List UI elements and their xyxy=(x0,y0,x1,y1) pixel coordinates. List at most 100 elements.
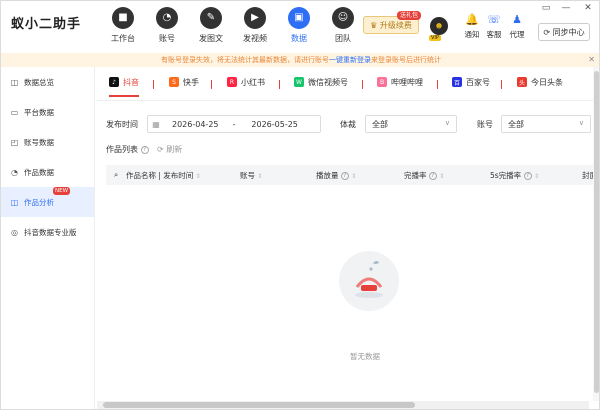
pen-icon: ✎ xyxy=(200,7,222,29)
kuaishou-icon: S xyxy=(169,77,179,87)
sidebar-item-label: 账号数据 xyxy=(24,137,54,147)
nav-item-data[interactable]: ▣ 数据 xyxy=(277,7,321,49)
restore-window-button[interactable]: ▭ xyxy=(539,2,553,14)
tab-divider xyxy=(153,80,154,89)
column-header-completion[interactable]: 完播率 ? ⇕ xyxy=(404,170,444,181)
nav-item-post-article[interactable]: ✎ 发图文 xyxy=(189,7,233,49)
tab-label: 哔哩哔哩 xyxy=(391,78,423,87)
sync-icon: ⟳ xyxy=(543,27,553,37)
sync-center-button[interactable]: ⟳ 同步中心 xyxy=(538,23,590,41)
wechat-channels-icon: W xyxy=(294,77,304,87)
data-icon: ▣ xyxy=(288,7,310,29)
column-header-account[interactable]: 账号 ⇕ xyxy=(240,170,262,181)
sidebar-item-label: 数据总览 xyxy=(24,77,54,87)
team-icon: ☺ xyxy=(332,7,354,29)
sort-icon: ⇕ xyxy=(439,173,445,180)
sidebar-item-label: 平台数据 xyxy=(24,107,54,117)
sidebar-item-account-data[interactable]: ◰ 账号数据 xyxy=(1,127,94,157)
tab-label: 百家号 xyxy=(466,78,490,87)
vertical-scrollbar-thumb[interactable] xyxy=(594,71,599,393)
genre-select[interactable]: 全部 ∨ xyxy=(365,115,457,133)
help-icon[interactable]: ? xyxy=(523,172,532,180)
tab-xiaohongshu[interactable]: R 小红书 xyxy=(227,77,265,97)
horizontal-scrollbar[interactable] xyxy=(97,401,589,409)
genre-label: 体裁 xyxy=(340,120,356,129)
horizontal-scrollbar-thumb[interactable] xyxy=(103,402,415,408)
sidebar-item-douyin-pro[interactable]: ◎ 抖音数据专业版 xyxy=(1,217,94,247)
account-select[interactable]: 全部 ∨ xyxy=(501,115,591,133)
refresh-button[interactable]: ⟳ 刷新 xyxy=(157,144,182,155)
account-label: 账号 xyxy=(477,120,493,129)
sidebar-item-works-analysis[interactable]: ◫ 作品分析 NEW xyxy=(1,187,94,217)
notice-text-tail: 来登录账号后进行统计 xyxy=(371,56,441,64)
sidebar-item-works-data[interactable]: ◔ 作品数据 xyxy=(1,157,94,187)
nav-item-workbench[interactable]: ■ 工作台 xyxy=(101,7,145,49)
column-header-views[interactable]: 播放量 ? ⇕ xyxy=(316,170,356,181)
sidebar-item-overview[interactable]: ◫ 数据总览 xyxy=(1,67,94,97)
help-icon[interactable]: ? xyxy=(428,172,437,180)
vertical-scrollbar[interactable] xyxy=(593,67,599,401)
search-icon[interactable]: ⌕ xyxy=(114,170,118,180)
agent-button[interactable]: ♟ 代理 xyxy=(505,13,529,40)
tab-bilibili[interactable]: B 哔哩哔哩 xyxy=(377,77,423,97)
main-content: ♪ 抖音 S 快手 R 小红书 W 微信视频号 B 哔哩哔哩 百 百家号 头 今… xyxy=(97,67,599,409)
nav-label: 数据 xyxy=(291,34,307,43)
empty-box-icon xyxy=(355,261,383,298)
analysis-icon: ◫ xyxy=(10,197,19,207)
calendar-icon: ▦ xyxy=(152,119,160,129)
relogin-link[interactable]: 一键重新登录 xyxy=(329,56,371,64)
monitor-icon: ▭ xyxy=(10,107,19,117)
bell-icon: 🔔 xyxy=(465,13,479,26)
douyin-icon: ♪ xyxy=(109,77,119,87)
bilibili-icon: B xyxy=(377,77,387,87)
vip-badge: VIP xyxy=(429,35,441,41)
minimize-window-button[interactable]: — xyxy=(559,2,573,14)
tab-wechat-channels[interactable]: W 微信视频号 xyxy=(294,77,348,97)
avatar[interactable]: ☻ xyxy=(430,17,448,35)
date-separator: - xyxy=(232,119,236,129)
empty-state-illustration xyxy=(339,251,399,311)
tab-divider xyxy=(211,80,212,89)
user-avatar-icon: ☻ xyxy=(435,22,443,30)
nav-item-team[interactable]: ☺ 团队 xyxy=(321,7,365,49)
chevron-down-icon: ∨ xyxy=(444,119,450,127)
tab-baijiahao[interactable]: 百 百家号 xyxy=(452,77,490,97)
list-title-text: 作品列表 xyxy=(106,145,138,154)
play-icon: ▶ xyxy=(244,7,266,29)
date-start[interactable]: 2026-04-25 xyxy=(172,120,219,129)
sidebar-item-platform-data[interactable]: ▭ 平台数据 xyxy=(1,97,94,127)
agent-icon: ♟ xyxy=(512,13,522,26)
date-range-picker[interactable]: ▦ 2026-04-25 - 2026-05-25 xyxy=(147,115,321,133)
headset-icon: ☏ xyxy=(487,13,501,26)
sidebar: ◫ 数据总览 ▭ 平台数据 ◰ 账号数据 ◔ 作品数据 ◫ 作品分析 NEW ◎… xyxy=(1,67,95,409)
notification-button[interactable]: 🔔 通知 xyxy=(460,13,484,40)
column-header-5s-completion[interactable]: 5s完播率 ? ⇕ xyxy=(490,170,539,181)
nav-item-post-video[interactable]: ▶ 发视频 xyxy=(233,7,277,49)
column-title: 完播率 xyxy=(404,171,427,180)
platform-tabs: ♪ 抖音 S 快手 R 小红书 W 微信视频号 B 哔哩哔哩 百 百家号 头 今… xyxy=(97,67,599,101)
tab-divider xyxy=(437,80,438,89)
column-header-title-time[interactable]: 作品名称 | 发布时间 ⇕ xyxy=(126,170,201,181)
customer-service-button[interactable]: ☏ 客服 xyxy=(482,13,506,40)
tab-kuaishou[interactable]: S 快手 xyxy=(169,77,199,97)
nav-item-account[interactable]: ◔ 账号 xyxy=(145,7,189,49)
help-icon[interactable]: ? xyxy=(140,145,149,154)
empty-state-text: 暂无数据 xyxy=(350,352,380,361)
refresh-icon: ⟳ xyxy=(157,145,164,154)
tool-label: 客服 xyxy=(486,30,502,39)
close-window-button[interactable]: ✕ xyxy=(581,2,595,14)
tab-label: 今日头条 xyxy=(531,78,563,87)
close-icon[interactable]: ✕ xyxy=(588,53,595,67)
tab-douyin[interactable]: ♪ 抖音 xyxy=(109,77,139,97)
date-end[interactable]: 2026-05-25 xyxy=(251,120,298,129)
works-list-title: 作品列表 ? xyxy=(106,144,149,155)
chevron-down-icon: ∨ xyxy=(578,119,584,127)
genre-value: 全部 xyxy=(372,119,388,129)
refresh-label: 刷新 xyxy=(166,145,183,154)
publish-time-label: 发布时间 xyxy=(106,120,138,129)
help-icon[interactable]: ? xyxy=(340,172,349,180)
tab-toutiao[interactable]: 头 今日头条 xyxy=(517,77,563,97)
nav-label: 工作台 xyxy=(111,34,135,43)
upgrade-label: 升级续费 xyxy=(379,20,412,30)
account-icon: ◔ xyxy=(156,7,178,29)
